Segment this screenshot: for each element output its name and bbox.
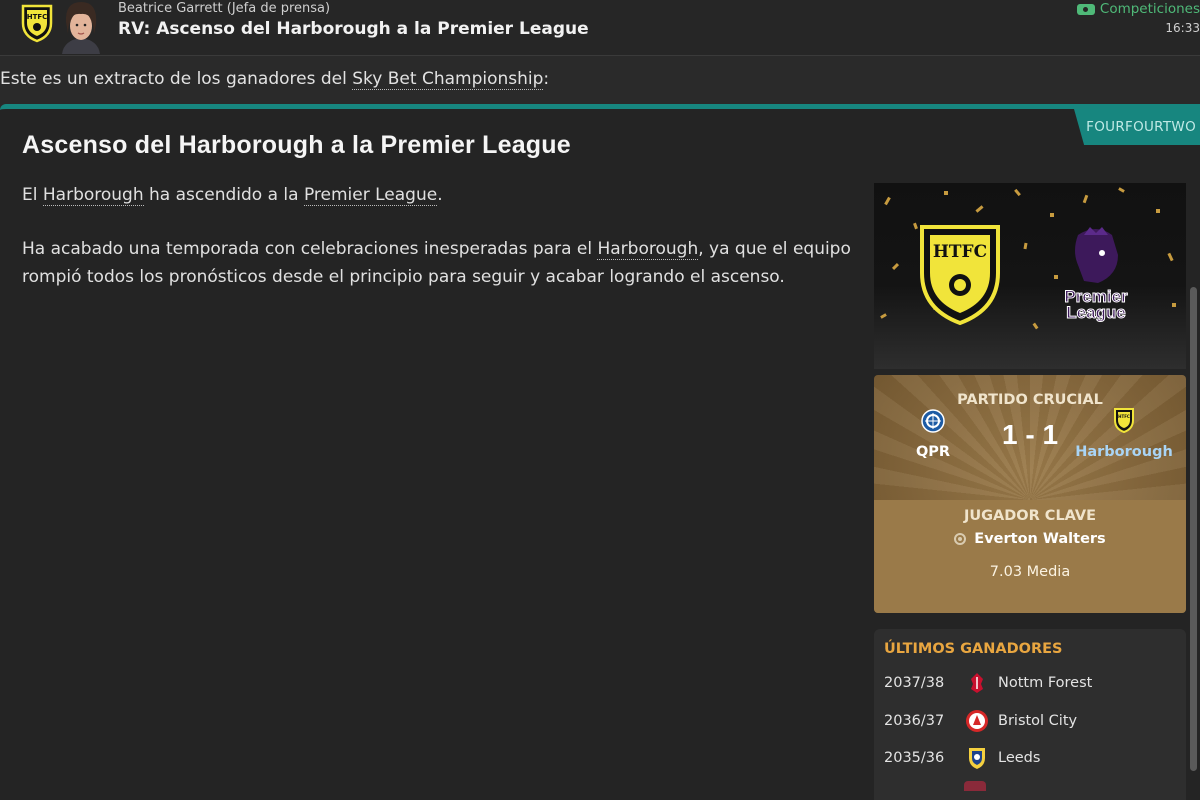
winner-team[interactable]: Bristol City [998, 713, 1077, 729]
premier-league-wordmark: Premier League [1064, 288, 1128, 322]
competitions-label: Competiciones [1099, 1, 1200, 17]
key-match-label: PARTIDO CRUCIAL [957, 392, 1103, 408]
competition-link[interactable]: Sky Bet Championship [352, 69, 544, 90]
key-player-row[interactable]: Everton Walters [874, 531, 1186, 547]
p1-text-b: ha ascendido a la [143, 185, 304, 205]
svg-text:HTFC: HTFC [933, 242, 987, 262]
partial-badge-icon [964, 781, 986, 791]
winner-row[interactable]: 2035/36 Leeds [884, 746, 1040, 770]
message-subject: RV: Ascenso del Harborough a la Premier … [118, 19, 589, 39]
side-panel-scrollbar[interactable] [1190, 287, 1197, 771]
club-link[interactable]: Harborough [597, 239, 699, 260]
sender-name[interactable]: Beatrice Garrett (Jefa de prensa) [118, 1, 330, 16]
bristol-city-badge-icon[interactable] [964, 709, 990, 733]
player-icon [954, 533, 967, 545]
leeds-badge-icon[interactable] [964, 746, 990, 770]
winner-team[interactable]: Nottm Forest [998, 675, 1092, 691]
intro-suffix: : [543, 69, 550, 89]
club-link[interactable]: Harborough [42, 185, 144, 206]
premier-league-logo: Premier League [1064, 225, 1128, 329]
winner-season: 2036/37 [884, 713, 945, 729]
p2-text-a: Ha acabado una temporada con celebracion… [22, 239, 598, 259]
match-score[interactable]: 1 - 1 [980, 419, 1080, 451]
premier-league-lion-icon [1075, 227, 1118, 283]
harborough-crest-icon: HTFC [920, 225, 1000, 326]
home-team-name[interactable]: QPR [904, 444, 962, 460]
article-card: FOURFOURTWO Ascenso del Harborough a la … [0, 104, 1200, 800]
source-tag: FOURFOURTWO [1074, 109, 1200, 145]
winner-season: 2037/38 [884, 675, 945, 691]
competitions-link[interactable]: Competiciones [1076, 1, 1200, 17]
premier-league-line-2: League [1066, 303, 1127, 322]
qpr-badge-icon[interactable] [921, 409, 945, 433]
article-headline: Ascenso del Harborough a la Premier Leag… [22, 131, 571, 159]
winner-row[interactable]: 2037/38 Nottm Forest [884, 671, 1092, 695]
sender-avatar[interactable] [58, 0, 104, 54]
intro-text: Este es un extracto de los ganadores del… [0, 69, 550, 90]
nottm-forest-badge-icon[interactable] [964, 671, 990, 695]
key-player-name[interactable]: Everton Walters [974, 531, 1105, 547]
winner-team[interactable]: Leeds [998, 750, 1040, 766]
article-paragraph-1: El Harborough ha ascendido a la Premier … [22, 181, 852, 209]
winner-row[interactable]: 2036/37 Bristol City [884, 709, 1077, 733]
p1-text-c: . [437, 185, 443, 205]
away-team-name[interactable]: Harborough [1074, 444, 1174, 460]
p1-text-a: El [22, 185, 43, 205]
intro-prefix: Este es un extracto de los ganadores del [0, 69, 353, 89]
winner-season: 2035/36 [884, 750, 945, 766]
league-link[interactable]: Premier League [303, 185, 438, 206]
promotion-image: HTFC Premier League [874, 183, 1186, 369]
harborough-badge-icon[interactable]: HTFC [1113, 407, 1135, 433]
key-match-card[interactable]: PARTIDO CRUCIAL HTFC QPR 1 - 1 Harboroug… [874, 375, 1186, 613]
key-player-rating: 7.03 Media [989, 564, 1071, 580]
last-winners-panel: ÚLTIMOS GANADORES 2037/38 Nottm Forest 2… [874, 629, 1186, 800]
message-time: 16:33 [1165, 21, 1200, 35]
key-player-label: JUGADOR CLAVE [963, 508, 1097, 524]
svg-text:HTFC: HTFC [1118, 414, 1130, 419]
svg-text:HTFC: HTFC [27, 13, 48, 21]
competitions-icon [1076, 3, 1095, 15]
article-paragraph-2: Ha acabado una temporada con celebracion… [22, 235, 852, 291]
harborough-badge-icon[interactable]: HTFC [20, 3, 54, 43]
last-winners-title: ÚLTIMOS GANADORES [884, 641, 1063, 657]
message-header: HTFC Beatrice Garrett (Jefa de prensa) R… [0, 0, 1200, 56]
